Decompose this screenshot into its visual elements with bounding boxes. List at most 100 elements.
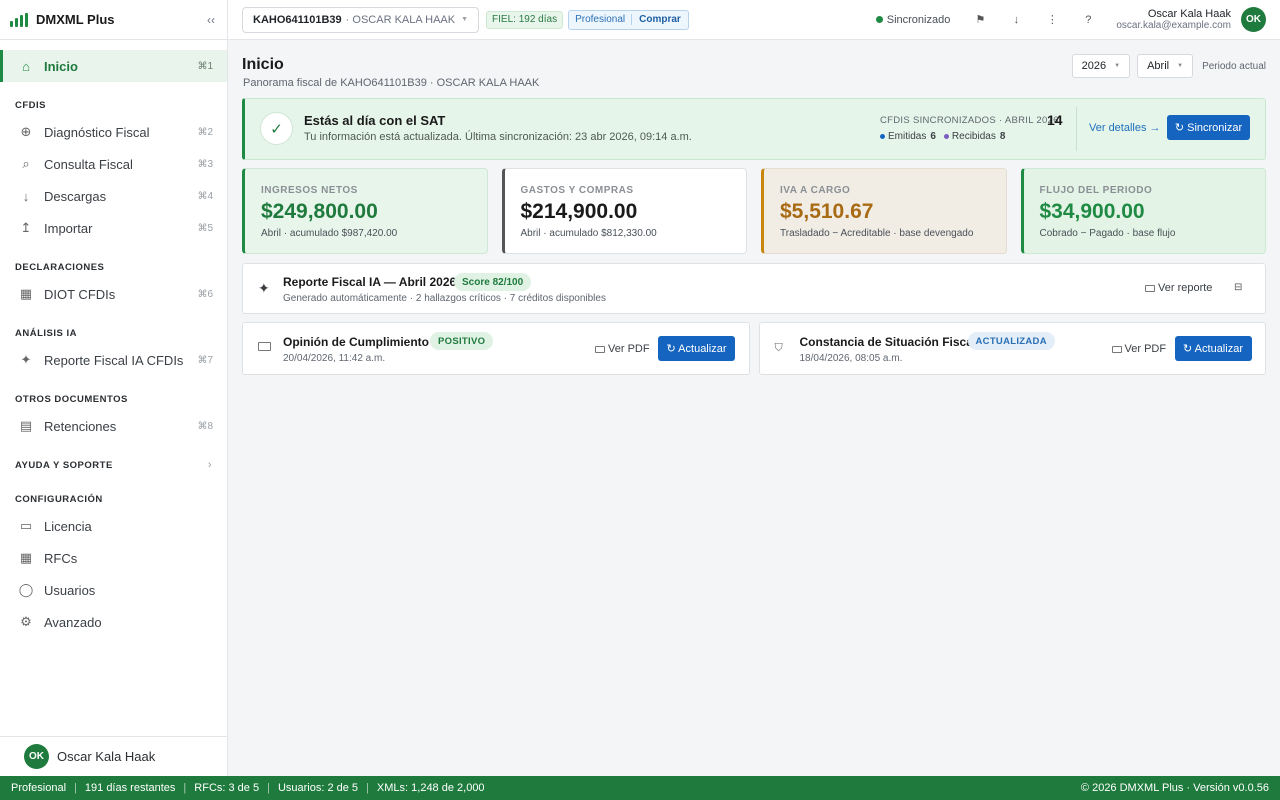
document-icon <box>1145 284 1155 292</box>
buy-button[interactable]: Comprar <box>632 14 688 25</box>
license-icon: ▭ <box>19 518 33 533</box>
main-content: Inicio Panorama fiscal de KAHO641101B39 … <box>242 40 1266 375</box>
ai-report-card: ✦ Reporte Fiscal IA — Abril 2026 Score 8… <box>242 263 1266 314</box>
sync-button[interactable]: ↻ Sincronizar <box>1167 115 1250 140</box>
sidebar-user[interactable]: OK Oscar Kala Haak <box>0 736 227 776</box>
flag-icon[interactable]: ⚑ <box>962 13 998 26</box>
footer-days: 191 días restantes <box>84 782 176 794</box>
doc-date: 18/04/2026, 08:05 a.m. <box>799 353 903 364</box>
footer-xmls: XMLs: 1,248 de 2,000 <box>376 782 485 794</box>
kpi-label: INGRESOS NETOS <box>261 185 358 196</box>
constancia-situacion-card: ⛉ Constancia de Situación Fiscal ACTUALI… <box>758 322 1266 375</box>
update-button[interactable]: ↻ Actualizar <box>658 336 735 361</box>
view-details-link[interactable]: Ver detalles → <box>1089 122 1161 134</box>
caret-down-icon: ▼ <box>1177 63 1184 69</box>
legend-recibidas: Recibidas 8 <box>943 131 1005 142</box>
period-selector: 2026 ▼ Abril ▼ Periodo actual <box>1071 54 1266 78</box>
gear-icon: ⚙ <box>20 614 32 629</box>
ai-report-title: Reporte Fiscal IA — Abril 2026 <box>283 275 457 289</box>
sidebar-item-label: Descargas <box>44 188 107 204</box>
sat-status-card: ✓ Estás al día con el SAT Tu información… <box>242 98 1266 160</box>
download-icon: ↓ <box>22 188 30 204</box>
dot-icon <box>880 134 885 139</box>
kpi-ingresos: INGRESOS NETOS $249,800.00 Abril · acumu… <box>242 168 488 254</box>
sidebar-item-label: Retenciones <box>44 418 117 434</box>
more-vertical-icon[interactable]: ⋮ <box>1034 13 1070 26</box>
config-items: ▭ Licencia ▦ RFCs ◯ Usuarios ⚙ Avanzado <box>0 510 227 638</box>
sidebar-item[interactable]: ⊕ Diagnóstico Fiscal ⌘2 <box>0 116 227 148</box>
sidebar-item[interactable]: ▦ RFCs <box>0 542 227 574</box>
kpi-sub: Abril · acumulado $987,420.00 <box>261 228 398 239</box>
collapse-sidebar-icon[interactable]: ‹‹ <box>207 13 215 27</box>
sidebar-section-config: CONFIGURACIÓN <box>0 488 227 510</box>
legend-label: Recibidas <box>951 131 996 142</box>
kpi-sub: Trasladado − Acreditable · base devengad… <box>780 228 974 239</box>
avatar[interactable]: OK <box>1241 7 1266 32</box>
kpi-gastos: GASTOS Y COMPRAS $214,900.00 Abril · acu… <box>501 168 747 254</box>
user-info[interactable]: Oscar Kala Haak oscar.kala@example.com <box>1116 8 1231 31</box>
view-pdf-button[interactable]: Ver PDF <box>1111 343 1166 355</box>
footer-copyright: © 2026 DMXML Plus · Versión v0.0.56 <box>1080 782 1269 794</box>
import-icon: ↥ <box>20 220 32 235</box>
download-icon[interactable]: ↓ <box>998 14 1034 26</box>
sidebar-item-label: Reporte Fiscal IA CFDIs <box>44 352 184 368</box>
sparkle-icon: ✦ <box>258 280 270 296</box>
sidebar-item[interactable]: ⚙ Avanzado <box>0 606 227 638</box>
top-bar: KAHO641101B39 · OSCAR KALA HAAK ▼ FIEL: … <box>228 0 1280 40</box>
view-report-label: Ver reporte <box>1158 282 1213 294</box>
dot-icon <box>943 134 949 139</box>
sidebar-item[interactable]: ⌕ Consulta Fiscal ⌘3 <box>0 148 227 180</box>
shortcut-hint: ⌘7 <box>197 354 213 366</box>
month-select[interactable]: Abril ▼ <box>1137 54 1194 78</box>
status-title: Estás al día con el SAT <box>304 113 446 128</box>
section-title: CONFIGURACIÓN <box>15 493 103 505</box>
score-badge: Score 82/100 <box>454 273 532 291</box>
sidebar-item-label: Licencia <box>44 518 92 534</box>
sidebar-item[interactable]: ▭ Licencia <box>0 510 227 542</box>
caret-down-icon: ▼ <box>461 16 469 23</box>
bar-chart-logo-icon <box>10 12 28 27</box>
section-title: AYUDA Y SOPORTE <box>15 459 113 471</box>
sidebar-item[interactable]: ◯ Usuarios <box>0 574 227 606</box>
sidebar-item-inicio[interactable]: ⌂ Inicio ⌘1 <box>0 50 227 82</box>
check-icon: ✓ <box>260 112 293 145</box>
footer-users: Usuarios: 2 de 5 <box>277 782 359 794</box>
kpi-value: $249,800.00 <box>261 200 378 223</box>
footer-plan: Profesional <box>11 782 67 794</box>
status-dot-icon <box>875 16 883 23</box>
view-pdf-label: Ver PDF <box>608 343 650 355</box>
status-subtitle: Tu información está actualizada. Última … <box>304 131 692 143</box>
shortcut-hint: ⌘3 <box>197 158 213 170</box>
view-report-button[interactable]: Ver reporte <box>1145 282 1212 294</box>
sidebar-section-ayuda[interactable]: AYUDA Y SOPORTE › <box>0 454 227 476</box>
grid-icon: ▦ <box>19 286 33 301</box>
sidebar-item-label: Consulta Fiscal <box>44 156 133 172</box>
sidebar-item[interactable]: ↥ Importar ⌘5 <box>0 212 227 244</box>
sidebar-item[interactable]: ↓ Descargas ⌘4 <box>0 180 227 212</box>
sidebar-item[interactable]: ▤ Retenciones ⌘8 <box>0 410 227 442</box>
view-pdf-button[interactable]: Ver PDF <box>595 343 650 355</box>
plan-label: Profesional <box>569 14 633 25</box>
help-icon[interactable]: ? <box>1070 14 1106 26</box>
year-select[interactable]: 2026 ▼ <box>1071 54 1131 78</box>
shortcut-hint: ⌘8 <box>197 420 213 432</box>
sidebar-item-label: RFCs <box>44 550 78 566</box>
user-email: oscar.kala@example.com <box>1116 20 1231 31</box>
sidebar-section-title: CFDIS <box>15 99 46 111</box>
pdf-icon <box>595 345 605 353</box>
app-name: DMXML Plus <box>36 12 115 27</box>
kpi-row: INGRESOS NETOS $249,800.00 Abril · acumu… <box>242 168 1266 254</box>
kpi-label: GASTOS Y COMPRAS <box>520 185 634 196</box>
sidebar-item[interactable]: ✦ Reporte Fiscal IA CFDIs ⌘7 <box>0 344 227 376</box>
update-button[interactable]: ↻ Actualizar <box>1174 336 1252 361</box>
rfc-selector[interactable]: KAHO641101B39 · OSCAR KALA HAAK ▼ <box>242 6 480 33</box>
fiel-badge: FIEL: 192 días <box>486 10 564 29</box>
kpi-sub: Abril · acumulado $812,330.00 <box>520 228 657 239</box>
ai-report-subtitle: Generado automáticamente · 2 hallazgos c… <box>283 293 606 304</box>
status-bar: Profesional | 191 días restantes | RFCs: 3… <box>0 776 1280 800</box>
sidebar-section-title: ANÁLISIS IA <box>15 327 77 339</box>
opinion-cumplimiento-card: Opinión de Cumplimiento POSITIVO 20/04/2… <box>242 322 750 375</box>
collapse-panel-icon[interactable]: ⊟ <box>1234 282 1242 293</box>
year-value: 2026 <box>1081 60 1107 72</box>
sidebar-item[interactable]: ▦ DIOT CFDIs ⌘6 <box>0 278 227 310</box>
